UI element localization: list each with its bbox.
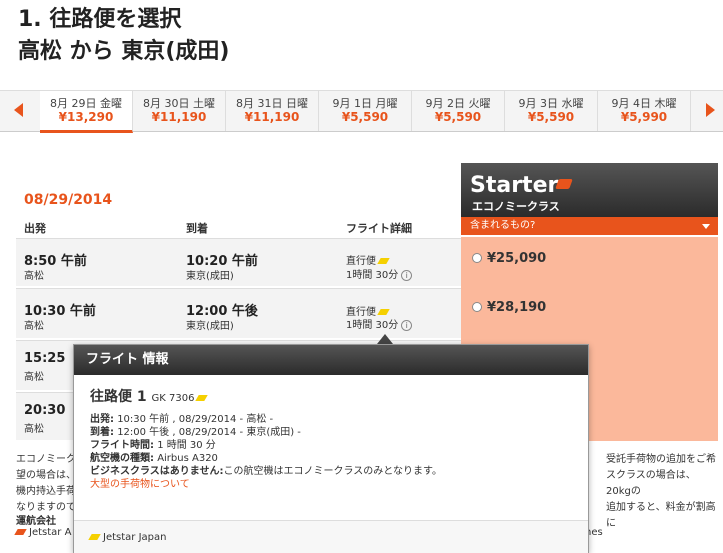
flight-duration: 1時間 30分 i [346, 266, 413, 281]
date-price: ¥5,590 [341, 110, 389, 124]
caret-down-icon [702, 224, 710, 229]
duration-label: フライト時間: [90, 440, 154, 451]
popup-title: フライト 情報 [74, 345, 588, 375]
date-tab-2[interactable]: 8月 31日 日曜 ¥11,190 [226, 91, 319, 131]
fare-option[interactable]: ¥28,190 [472, 300, 546, 315]
dep-time: 20:30 [24, 403, 66, 418]
operator-text: Jetstar A [29, 527, 72, 538]
dep-place: 高松 [24, 321, 44, 332]
date-price: ¥5,590 [434, 110, 482, 124]
jetstar-wing-icon [14, 529, 27, 535]
date-tab-5[interactable]: 9月 3日 水曜 ¥5,590 [505, 91, 598, 131]
baggage-link[interactable]: 大型の手荷物について [90, 478, 580, 491]
segment-label: 往路便 1 [90, 389, 147, 405]
page-heading: 1. 往路便を選択 高松 から 東京(成田) [18, 4, 229, 68]
depart-label: 出発: [90, 414, 114, 425]
date-label: 9月 2日 火曜 [425, 97, 491, 110]
note-line: 追加すると、料金が割高に [606, 502, 716, 529]
info-icon[interactable]: i [401, 320, 413, 331]
date-tab-1[interactable]: 8月 30日 土曜 ¥11,190 [133, 91, 226, 131]
arrive-label: 到着: [90, 427, 114, 438]
duration-info: フライト時間: 1 時間 30 分 [90, 439, 580, 452]
popup-operator: Jetstar Japan [74, 520, 588, 553]
dep-place: 高松 [24, 424, 44, 435]
arrive-value: 12:00 午後 , 08/29/2014 - 東京(成田) - [117, 427, 301, 438]
jetstar-wing-icon [88, 534, 101, 540]
flight-type: 直行便 [346, 252, 390, 267]
date-label: 9月 1日 月曜 [332, 97, 398, 110]
segment-title: 往路便 1 GK 7306 [90, 389, 580, 405]
date-label: 8月 30日 土曜 [143, 97, 215, 110]
heading-route: 高松 から 東京(成田) [18, 39, 230, 64]
note-line: スクラスの場合は、20kgの [606, 470, 696, 497]
date-label: 9月 3日 水曜 [518, 97, 584, 110]
duration-value: 1 時間 30 分 [157, 440, 216, 451]
business-label: ビジネスクラスはありません: [90, 466, 224, 477]
date-price: ¥11,190 [244, 110, 300, 124]
note-line: 受託手荷物の追加をご希 [606, 454, 716, 465]
popup-body: 往路便 1 GK 7306 出発: 10:30 午前 , 08/29/2014 … [90, 389, 580, 491]
flight-info-popup: フライト 情報 往路便 1 GK 7306 出発: 10:30 午前 , 08/… [73, 344, 589, 553]
includes-label: 含まれるもの? [470, 220, 536, 231]
col-depart: 出発 [24, 222, 46, 235]
aircraft-label: 航空機の種類: [90, 453, 154, 464]
next-arrow-icon[interactable] [706, 103, 715, 117]
fare-class-brand: Starter [470, 173, 559, 198]
dep-place: 高松 [24, 372, 44, 383]
fare-class-sub: エコノミークラス [472, 200, 560, 213]
arr-place: 東京(成田) [186, 321, 234, 332]
operator-label: 運航会社 [16, 516, 56, 527]
flight-number: GK 7306 [151, 393, 195, 404]
date-tab-4[interactable]: 9月 2日 火曜 ¥5,590 [412, 91, 505, 131]
fare-price: ¥28,190 [487, 300, 547, 315]
arrive-info: 到着: 12:00 午後 , 08/29/2014 - 東京(成田) - [90, 426, 580, 439]
route-date: 08/29/2014 [24, 192, 113, 208]
duration-text: 1時間 30分 [346, 320, 399, 331]
date-label: 8月 29日 金曜 [50, 97, 122, 110]
plane-logo-icon [555, 179, 573, 189]
fare-class-header: Starter エコノミークラス [461, 163, 718, 217]
arr-place: 東京(成田) [186, 271, 234, 282]
jetstar-wing-icon [377, 309, 390, 315]
jetstar-wing-icon [377, 258, 390, 264]
date-price: ¥5,590 [527, 110, 575, 124]
date-label: 9月 4日 木曜 [611, 97, 677, 110]
date-price: ¥5,990 [620, 110, 668, 124]
popup-pointer [377, 334, 393, 344]
flight-row: 8:50 午前 高松 10:20 午前 東京(成田) 直行便 1時間 30分 i [16, 238, 461, 286]
col-details: フライト詳細 [346, 222, 412, 235]
prev-arrow-icon[interactable] [14, 103, 23, 117]
depart-info: 出発: 10:30 午前 , 08/29/2014 - 高松 - [90, 413, 580, 426]
business-info: ビジネスクラスはありません:この航空機はエコノミークラスのみとなります。 [90, 465, 580, 478]
fare-price: ¥25,090 [487, 251, 547, 266]
duration-text: 1時間 30分 [346, 270, 399, 281]
date-selector: 8月 29日 金曜 ¥13,290 8月 30日 土曜 ¥11,190 8月 3… [0, 90, 723, 133]
operator-name: Jetstar A [14, 527, 72, 538]
dep-time: 15:25 [24, 351, 66, 366]
date-tab-3[interactable]: 9月 1日 月曜 ¥5,590 [319, 91, 412, 131]
fare-radio[interactable] [472, 253, 482, 263]
heading-title: 1. 往路便を選択 [18, 7, 182, 32]
aircraft-info: 航空機の種類: Airbus A320 [90, 452, 580, 465]
note-right: 受託手荷物の追加をご希 スクラスの場合は、20kgの 追加すると、料金が割高に [606, 452, 716, 532]
flight-duration: 1時間 30分 i [346, 316, 413, 331]
date-price: ¥11,190 [151, 110, 207, 124]
fare-radio[interactable] [472, 302, 482, 312]
aircraft-value: Airbus A320 [157, 453, 218, 464]
date-price: ¥13,290 [58, 110, 114, 124]
dep-place: 高松 [24, 271, 44, 282]
fare-option[interactable]: ¥25,090 [472, 251, 546, 266]
includes-dropdown[interactable]: 含まれるもの? [461, 217, 718, 235]
col-arrive: 到着 [186, 222, 208, 235]
date-tab-0[interactable]: 8月 29日 金曜 ¥13,290 [40, 91, 133, 133]
jetstar-wing-icon [195, 395, 209, 401]
date-label: 8月 31日 日曜 [236, 97, 308, 110]
depart-value: 10:30 午前 , 08/29/2014 - 高松 - [117, 414, 274, 425]
date-tab-6[interactable]: 9月 4日 木曜 ¥5,990 [598, 91, 691, 131]
business-value: この航空機はエコノミークラスのみとなります。 [223, 466, 443, 477]
info-icon[interactable]: i [401, 270, 413, 281]
popup-operator-text: Jetstar Japan [103, 532, 167, 543]
flight-row: 10:30 午前 高松 12:00 午後 東京(成田) 直行便 1時間 30分 i [16, 288, 461, 338]
